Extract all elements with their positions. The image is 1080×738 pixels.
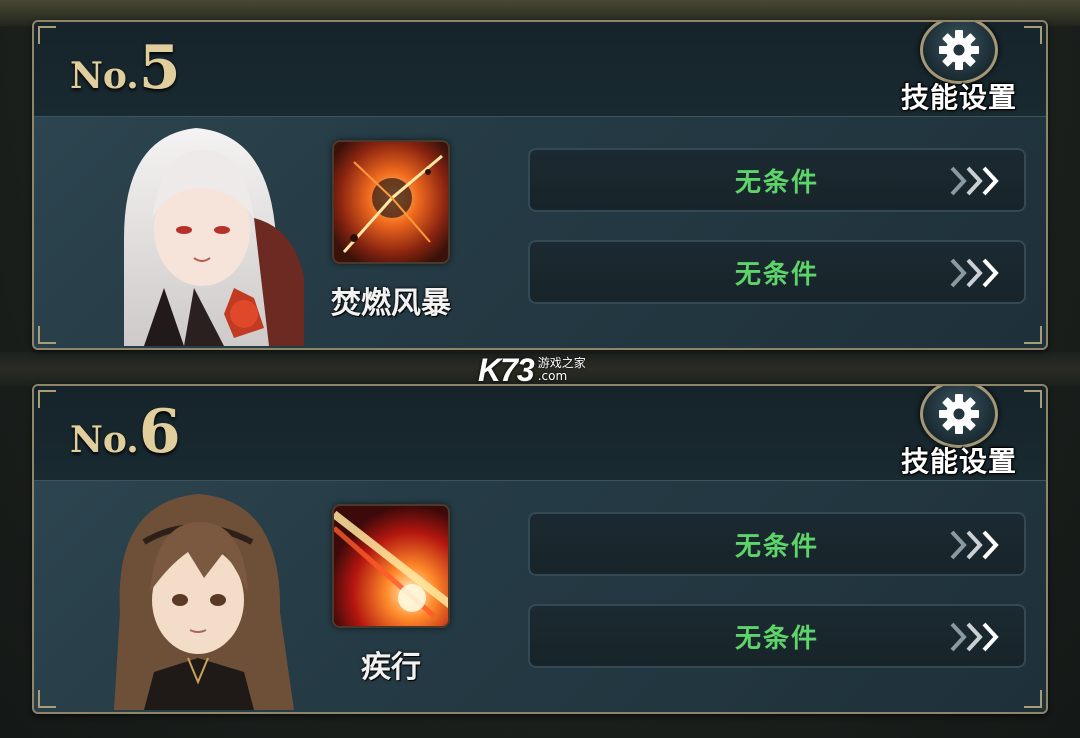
corner-ornament xyxy=(1024,26,1042,44)
triple-chevron-right-icon xyxy=(950,258,999,288)
corner-ornament xyxy=(38,26,56,44)
corner-ornament xyxy=(38,690,56,708)
skill-icon-swift[interactable] xyxy=(332,504,450,628)
number-value: 6 xyxy=(138,397,181,467)
number-value: 5 xyxy=(138,33,181,103)
condition-slot-2[interactable]: 无条件 xyxy=(528,604,1026,668)
number-prefix: No. xyxy=(70,55,139,97)
site-watermark: K73 游戏之家 .com xyxy=(478,350,586,390)
triple-chevron-right-icon xyxy=(950,166,999,196)
corner-ornament xyxy=(38,326,56,344)
card-number: No. 5 xyxy=(70,38,181,108)
corner-ornament xyxy=(1024,690,1042,708)
skill-settings-label: 技能设置 xyxy=(900,445,1017,478)
corner-ornament xyxy=(1024,390,1042,408)
gear-icon xyxy=(920,22,998,84)
condition-label: 无条件 xyxy=(734,623,819,654)
skill-name: 疾行 xyxy=(361,650,421,685)
condition-slot-1[interactable]: 无条件 xyxy=(528,148,1026,212)
card-number: No. 6 xyxy=(70,402,181,472)
skill-settings-label: 技能设置 xyxy=(900,81,1017,114)
corner-ornament xyxy=(1024,326,1042,344)
condition-slot-1[interactable]: 无条件 xyxy=(528,512,1026,576)
triple-chevron-right-icon xyxy=(950,622,999,652)
watermark-brand: K73 xyxy=(478,351,535,388)
gear-icon xyxy=(920,386,998,448)
skill-settings-button[interactable]: 技能设置 xyxy=(894,22,1024,116)
skill-name: 焚燃风暴 xyxy=(331,286,451,321)
skill-card-2: No. 6 技能设置 疾行 无条件 无条件 xyxy=(32,384,1048,714)
condition-label: 无条件 xyxy=(734,259,819,290)
character-portrait xyxy=(84,118,306,346)
skill-card-1: No. 5 技能设置 焚燃风暴 无条件 无条件 xyxy=(32,20,1048,350)
watermark-domain: .com xyxy=(537,369,568,383)
condition-slot-2[interactable]: 无条件 xyxy=(528,240,1026,304)
triple-chevron-right-icon xyxy=(950,530,999,560)
character-portrait xyxy=(84,482,306,710)
skill-settings-button[interactable]: 技能设置 xyxy=(894,386,1024,480)
condition-label: 无条件 xyxy=(734,167,819,198)
number-prefix: No. xyxy=(70,419,139,461)
condition-label: 无条件 xyxy=(734,531,819,562)
skill-icon-fire-storm[interactable] xyxy=(332,140,450,264)
corner-ornament xyxy=(38,390,56,408)
